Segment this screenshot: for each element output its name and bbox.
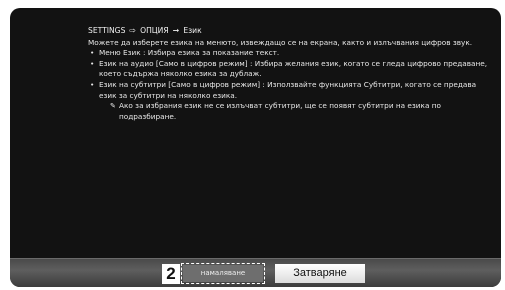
breadcrumb-language: Език [183, 26, 202, 35]
list-item: • Език на аудио [Само в цифров режим] : … [88, 59, 488, 80]
settings-list: • Меню Език : Избира езика за показание … [88, 48, 488, 122]
footer-bar: 2 намаляване Затваряне [10, 258, 501, 287]
callout-number: 2 [162, 264, 180, 284]
tv-screen: SETTINGS ⇨ ОПЦИЯ ➞ Език Можете да избере… [10, 8, 501, 287]
bullet-icon: • [90, 58, 95, 68]
list-item-text: Меню Език : Избира езика за показание те… [99, 48, 280, 58]
subtitle-note: ✎ Ако за избрания език не се излъчват су… [99, 101, 488, 122]
reduce-button-focus[interactable]: намаляване [181, 263, 265, 284]
right-arrow-icon: ➞ [172, 26, 180, 35]
bullet-icon: • [90, 79, 95, 89]
bullet-icon: • [90, 48, 95, 58]
settings-help-text: SETTINGS ⇨ ОПЦИЯ ➞ Език Можете да избере… [88, 26, 488, 122]
breadcrumb: SETTINGS ⇨ ОПЦИЯ ➞ Език [88, 26, 488, 37]
list-item-text: Език на субтитри [Само в цифров режим] :… [99, 79, 477, 100]
list-item: • Език на субтитри [Само в цифров режим]… [88, 80, 488, 122]
close-button[interactable]: Затваряне [275, 264, 365, 283]
breadcrumb-option: ОПЦИЯ [140, 26, 169, 35]
note-icon: ✎ [110, 102, 116, 111]
note-text: Ако за избрания език не се излъчват субт… [119, 101, 441, 121]
intro-text: Можете да изберете езика на менюто, изве… [88, 37, 473, 47]
hollow-right-arrow-icon: ⇨ [129, 26, 137, 35]
list-item: • Меню Език : Избира езика за показание … [88, 48, 488, 59]
reduce-button[interactable]: намаляване [183, 265, 263, 282]
list-item-text: Език на аудио [Само в цифров режим] : Из… [99, 58, 488, 79]
breadcrumb-settings: SETTINGS [88, 26, 126, 35]
